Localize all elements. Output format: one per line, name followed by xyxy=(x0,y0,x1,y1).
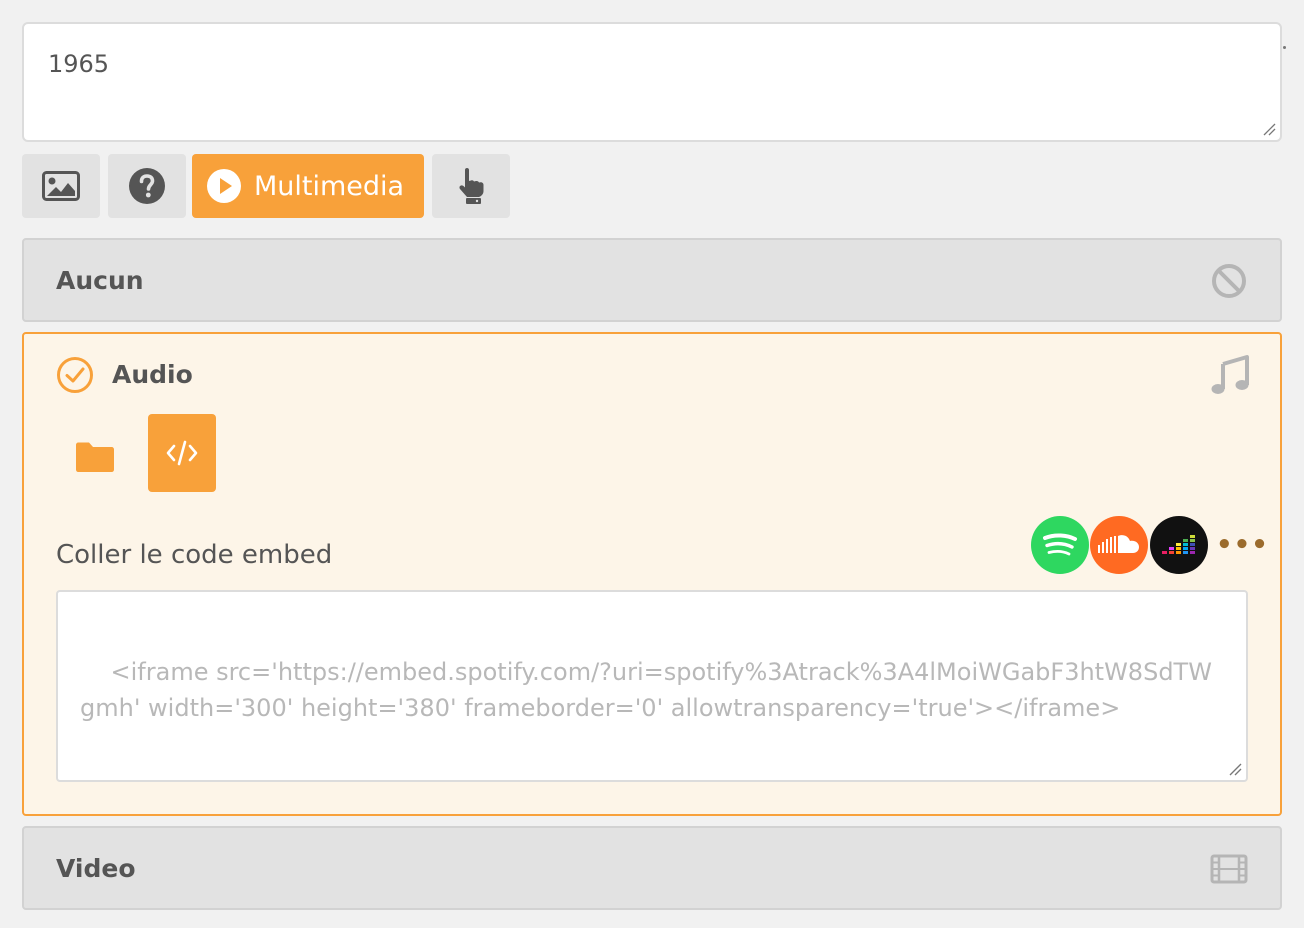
embed-code-placeholder: <iframe src='https://embed.spotify.com/?… xyxy=(80,658,1212,722)
embed-code-textarea[interactable]: <iframe src='https://embed.spotify.com/?… xyxy=(56,590,1248,782)
spotify-icon xyxy=(1031,516,1089,574)
option-audio[interactable]: Audio Coller le code embed ••• <iframe s… xyxy=(22,332,1282,816)
more-providers-button[interactable]: ••• xyxy=(1216,530,1269,560)
year-textarea[interactable]: 1965 xyxy=(22,22,1282,142)
multimedia-label: Multimedia xyxy=(254,170,405,202)
soundcloud-icon xyxy=(1090,516,1148,574)
ban-icon xyxy=(1212,264,1246,298)
embed-code-label: Coller le code embed xyxy=(56,540,333,570)
image-icon xyxy=(42,171,80,201)
help-button[interactable] xyxy=(108,154,186,218)
stray-dot xyxy=(1283,46,1286,49)
image-button[interactable] xyxy=(22,154,100,218)
option-none[interactable]: Aucun xyxy=(22,238,1282,322)
option-video-label: Video xyxy=(56,854,136,883)
option-none-label: Aucun xyxy=(56,266,144,295)
multimedia-button[interactable]: Multimedia xyxy=(192,154,424,218)
question-circle-icon xyxy=(129,168,165,204)
embed-mode-button[interactable] xyxy=(148,414,216,492)
play-circle-icon xyxy=(207,169,241,203)
option-video[interactable]: Video xyxy=(22,826,1282,910)
touch-button[interactable] xyxy=(432,154,510,218)
option-audio-label: Audio xyxy=(112,360,193,389)
year-value: 1965 xyxy=(48,50,110,78)
folder-icon xyxy=(76,442,114,472)
resize-grip-icon[interactable] xyxy=(1228,762,1242,776)
hand-pointer-icon xyxy=(459,168,484,204)
resize-grip-icon[interactable] xyxy=(1262,122,1276,136)
deezer-icon xyxy=(1150,516,1208,574)
music-note-icon xyxy=(1211,355,1249,394)
folder-mode-button[interactable] xyxy=(64,426,126,488)
code-icon xyxy=(166,440,198,466)
check-circle-icon xyxy=(57,357,93,393)
film-icon xyxy=(1210,854,1248,884)
